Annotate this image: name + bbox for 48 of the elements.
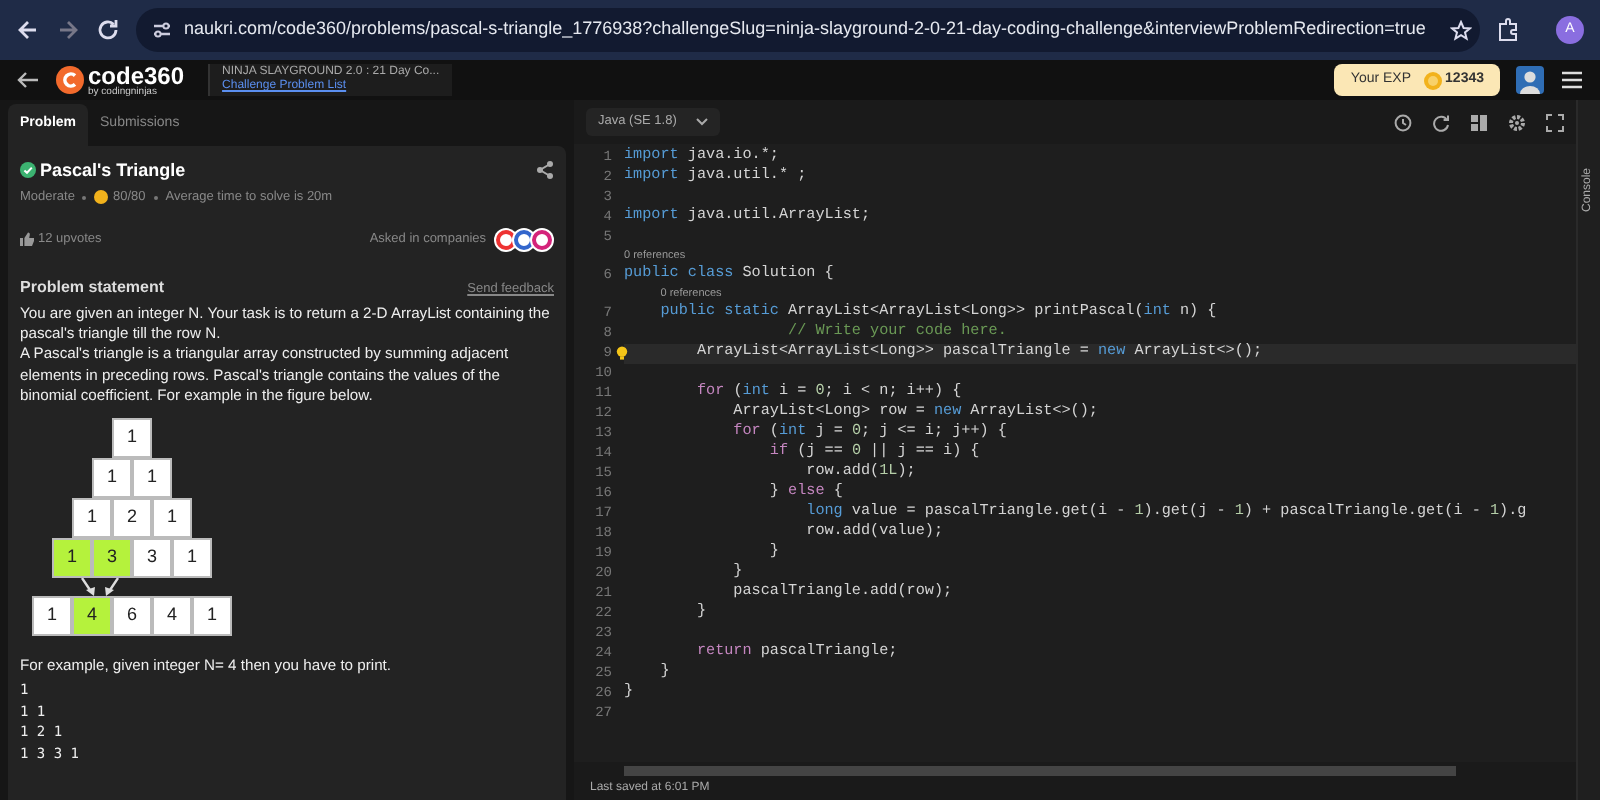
back-icon[interactable] (16, 18, 40, 42)
back-arrow-icon[interactable] (16, 70, 40, 90)
company-logo-icon (530, 227, 554, 252)
share-icon[interactable] (536, 160, 554, 181)
star-icon[interactable] (1449, 19, 1472, 41)
problem-title: Pascal's Triangle (40, 157, 186, 184)
extensions-icon[interactable] (1496, 18, 1520, 42)
forward-icon[interactable] (56, 18, 80, 42)
triangle-cell: 1 (32, 596, 72, 636)
coin-icon (94, 190, 109, 205)
site-settings-icon (152, 20, 172, 40)
menu-icon[interactable] (1560, 70, 1584, 90)
triangle-cell: 1 (172, 538, 212, 578)
url-text: naukri.com/code360/problems/pascal-s-triangle_1776938?challengeSlug=ninja-slayground-2-0-21-day-coding-challenge&interviewProblemRedirection=true (184, 16, 1426, 43)
reset-icon[interactable] (1432, 113, 1450, 131)
triangle-cell: 3 (132, 538, 172, 578)
triangle-cell: 6 (112, 596, 152, 636)
triangle-cell: 3 (92, 538, 132, 578)
layout-icon[interactable] (1470, 113, 1488, 131)
triangle-cell: 1 (52, 538, 92, 578)
triangle-cell: 4 (72, 596, 112, 636)
company-logo-icon (512, 227, 536, 252)
chevron-down-icon (696, 118, 709, 126)
separator-dot-icon (153, 195, 158, 200)
triangle-cell: 1 (192, 596, 232, 636)
triangle-cell: 2 (112, 498, 152, 538)
lightbulb-icon[interactable] (616, 345, 628, 360)
horizontal-scrollbar[interactable] (624, 766, 1456, 776)
company-logo-icon (494, 227, 518, 252)
logo-icon (56, 66, 84, 94)
reload-icon[interactable] (96, 18, 120, 42)
triangle-cell: 1 (72, 498, 112, 538)
statement-heading: Problem statement (20, 275, 165, 300)
triangle-cell: 1 (92, 458, 132, 498)
triangle-cell: 4 (152, 596, 192, 636)
logo-text: code360 (88, 63, 185, 87)
triangle-cell: 1 (132, 458, 172, 498)
separator-dot-icon (82, 195, 87, 200)
arrows-drawing (80, 578, 120, 596)
thumbs-up-icon[interactable] (20, 232, 34, 247)
address-bar[interactable]: naukri.com/code360/problems/pascal-s-triangle_1776938?challengeSlug=ninja-slayground-2-0-21-day-coding-challenge&interviewProblemRedirection=true (136, 8, 1480, 52)
user-avatar-icon[interactable] (1516, 66, 1544, 94)
triangle-cell: 1 (152, 498, 192, 538)
history-icon[interactable] (1394, 113, 1412, 131)
fullscreen-icon[interactable] (1546, 113, 1564, 131)
triangle-cell: 1 (112, 418, 152, 458)
coin-icon (1423, 71, 1442, 89)
settings-icon[interactable] (1508, 113, 1526, 131)
